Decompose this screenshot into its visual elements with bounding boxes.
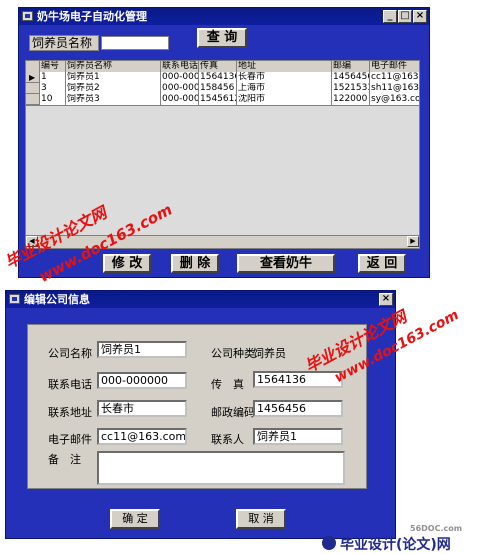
email-field[interactable]: cc11@163.com <box>97 428 187 445</box>
dialog-close-icon[interactable]: × <box>379 293 393 306</box>
dialog-title-bar[interactable]: 编辑公司信息 × <box>6 291 395 308</box>
contact-label: 联系人 <box>211 433 244 446</box>
company-name-field[interactable]: 饲养员1 <box>97 341 187 358</box>
notes-field[interactable] <box>97 451 345 485</box>
table-cell[interactable]: 10 <box>40 94 66 105</box>
table-cell[interactable]: 1456456 <box>332 72 370 83</box>
notes-label: 备 注 <box>48 453 81 466</box>
col-header[interactable]: 传真 <box>199 61 237 72</box>
minimize-icon[interactable]: _ <box>383 10 397 23</box>
col-header[interactable]: 电子邮件 <box>370 61 419 72</box>
table-cell[interactable]: 000-0000( <box>161 94 199 105</box>
scroll-right-icon[interactable]: ▶ <box>407 236 419 247</box>
table-cell[interactable]: 000-0000( <box>161 83 199 94</box>
table-cell[interactable]: 3 <box>40 83 66 94</box>
main-title-bar[interactable]: 奶牛场电子自动化管理 _ □ × <box>19 8 429 25</box>
table-cell[interactable]: 15456123 <box>199 94 237 105</box>
close-icon[interactable]: × <box>413 10 427 23</box>
footer-brand: 毕业设计(论文)网 <box>340 537 451 553</box>
company-name-label: 公司名称 <box>48 347 92 360</box>
table-cell[interactable]: sh11@163.cc <box>370 83 419 94</box>
fax-label: 传 真 <box>211 378 244 391</box>
col-header[interactable]: 联系电话 <box>161 61 199 72</box>
phone-label: 联系电话 <box>48 378 92 391</box>
col-header[interactable]: 饲养员名称 <box>66 61 161 72</box>
email-label: 电子邮件 <box>48 433 92 446</box>
table-cell[interactable]: 沈阳市 <box>237 94 332 105</box>
cancel-button[interactable]: 取 消 <box>236 509 286 529</box>
table-cell[interactable]: 饲养员2 <box>66 83 161 94</box>
table-cell[interactable]: 1564136 <box>199 72 237 83</box>
edit-button[interactable]: 修 改 <box>103 254 151 273</box>
table-cell[interactable]: 000-0000( <box>161 72 199 83</box>
fax-field[interactable]: 1564136 <box>253 371 343 388</box>
search-label-box: 饲养员名称 <box>29 35 99 51</box>
address-field[interactable]: 长春市 <box>97 400 187 417</box>
table-cell[interactable]: 饲养员1 <box>66 72 161 83</box>
footer-logo-icon <box>322 536 336 550</box>
main-window: 奶牛场电子自动化管理 _ □ × 饲养员名称 查 询 编号 饲养员名称 联系电话… <box>18 7 430 278</box>
table-row[interactable]: 10 饲养员3 000-0000( 15456123 沈阳市 122000 sy… <box>26 94 419 106</box>
table-cell[interactable]: 122000 <box>332 94 370 105</box>
edit-dialog: 编辑公司信息 × 公司名称 饲养员1 公司种类 饲养员 联系电话 000-000… <box>5 290 396 539</box>
postcode-label: 邮政编码 <box>211 406 255 419</box>
dialog-app-icon <box>9 294 20 304</box>
table-cell[interactable]: cc11@163.cc <box>370 72 419 83</box>
footer-site: 56DOC.com <box>410 524 463 533</box>
ok-button[interactable]: 确 定 <box>110 509 160 529</box>
col-header[interactable]: 地址 <box>237 61 332 72</box>
view-cows-button[interactable]: 查看奶牛 <box>237 254 335 273</box>
main-window-title: 奶牛场电子自动化管理 <box>37 10 147 23</box>
phone-field[interactable]: 000-000000 <box>97 372 187 389</box>
back-button[interactable]: 返 回 <box>358 254 406 273</box>
table-cell[interactable]: 长春市 <box>237 72 332 83</box>
table-cell[interactable]: 158456 <box>199 83 237 94</box>
table-cell[interactable]: 上海市 <box>237 83 332 94</box>
company-type-value: 饲养员 <box>253 347 286 360</box>
address-label: 联系地址 <box>48 406 92 419</box>
postcode-field[interactable]: 1456456 <box>253 400 343 417</box>
app-icon <box>22 11 33 21</box>
maximize-icon[interactable]: □ <box>398 10 412 23</box>
company-type-label: 公司种类 <box>211 347 255 360</box>
table-cell[interactable]: 饲养员3 <box>66 94 161 105</box>
delete-button[interactable]: 删 除 <box>171 254 219 273</box>
col-header[interactable]: 邮编 <box>332 61 370 72</box>
table-cell[interactable]: 1521533 <box>332 83 370 94</box>
search-label: 饲养员名称 <box>32 36 93 50</box>
search-input[interactable] <box>101 36 169 50</box>
table-cell[interactable]: sy@163.com <box>370 94 419 105</box>
contact-field[interactable]: 饲养员1 <box>253 428 343 445</box>
row-pointer-icon: ▶ <box>29 73 36 82</box>
table-cell[interactable]: 1 <box>40 72 66 83</box>
footer-logo: 56DOC.com 毕业设计(论文)网 <box>318 522 482 553</box>
dialog-title: 编辑公司信息 <box>24 293 90 306</box>
col-header[interactable]: 编号 <box>40 61 66 72</box>
query-button[interactable]: 查 询 <box>197 28 247 48</box>
